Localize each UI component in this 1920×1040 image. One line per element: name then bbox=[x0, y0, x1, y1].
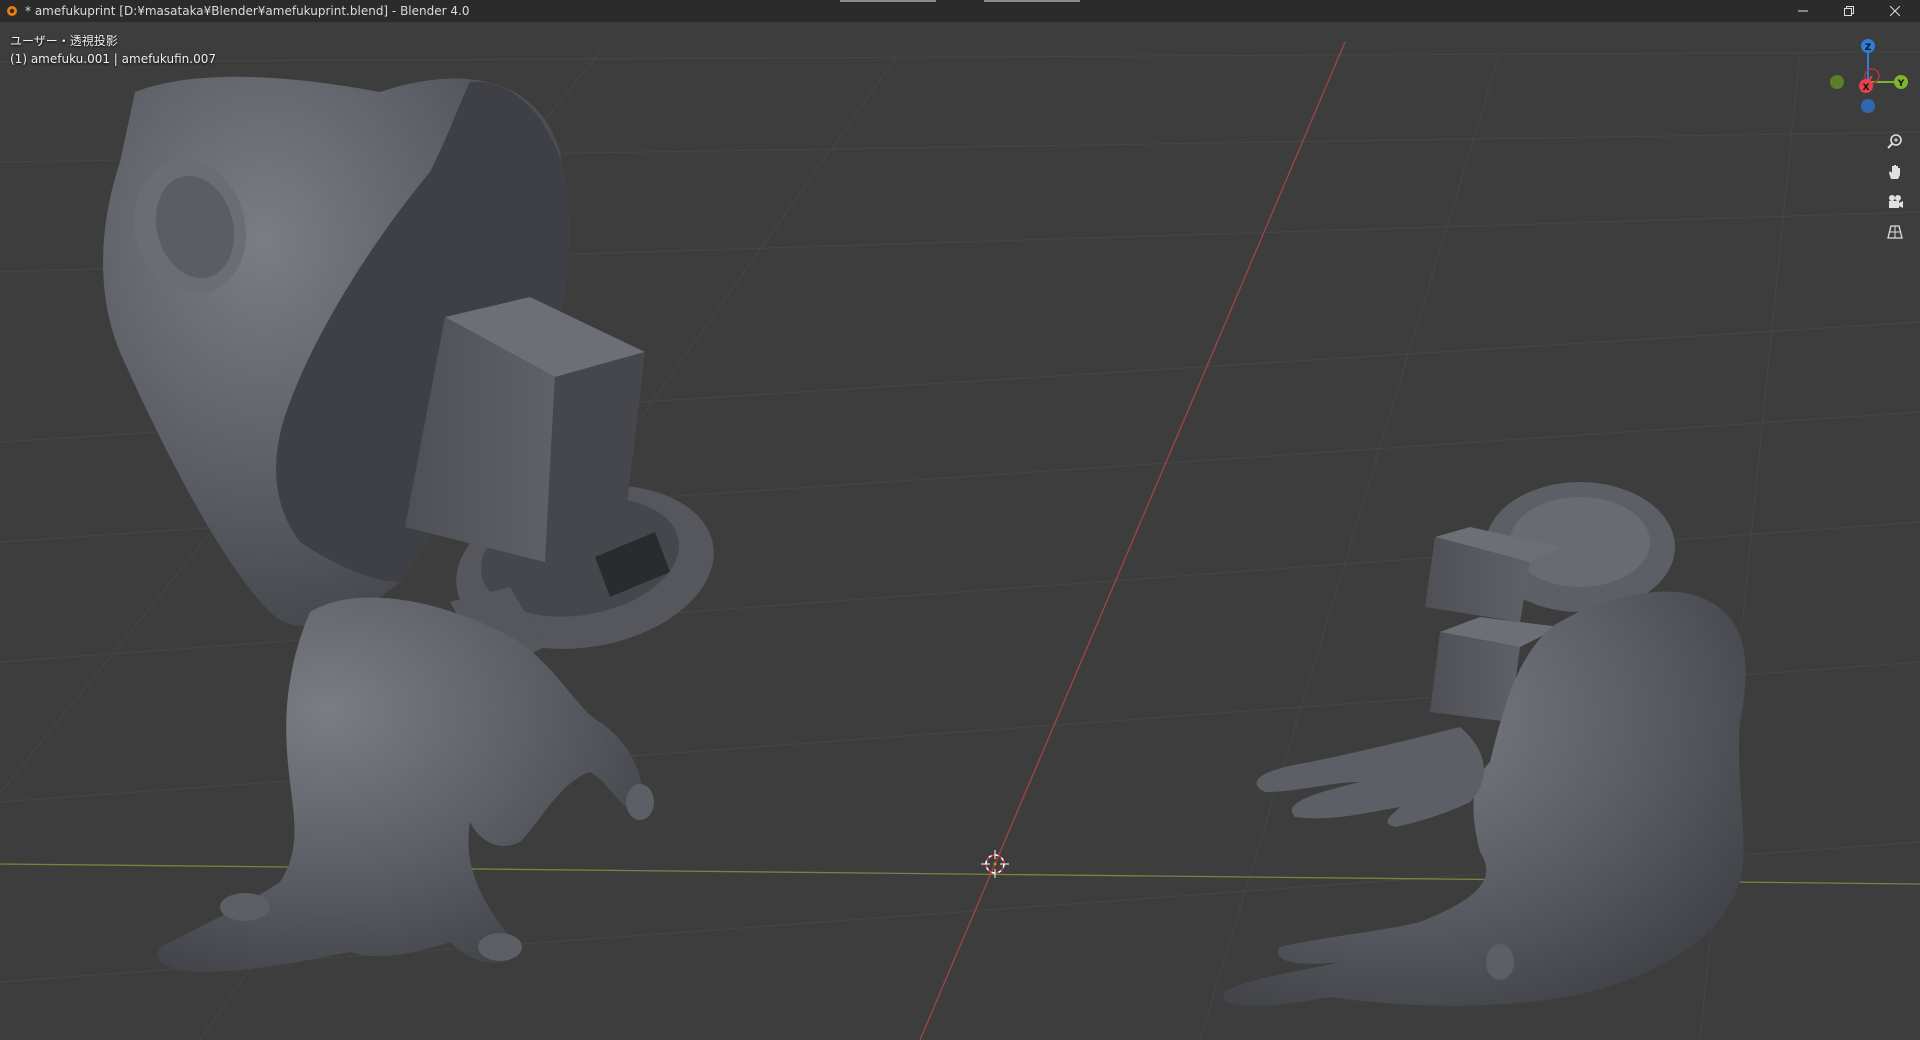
x-axis-label: X bbox=[1863, 83, 1870, 93]
active-object-label: (1) amefuku.001 | amefukufin.007 bbox=[10, 52, 216, 66]
mesh-amefuku-left bbox=[103, 76, 714, 972]
tab-indicator bbox=[840, 0, 936, 2]
x-axis-line bbox=[919, 41, 1346, 1040]
viewport-info: ユーザー・透視投影 (1) amefuku.001 | amefukufin.0… bbox=[10, 32, 216, 68]
negative-y-axis-handle bbox=[1830, 75, 1844, 89]
camera-icon bbox=[1889, 195, 1903, 208]
toggle-perspective-button[interactable] bbox=[1881, 218, 1909, 246]
zoom-icon bbox=[1887, 134, 1902, 149]
title-bar: * amefukuprint [D:¥masataka¥Blender¥amef… bbox=[0, 0, 1920, 23]
3d-viewport[interactable]: ユーザー・透視投影 (1) amefuku.001 | amefukufin.0… bbox=[0, 22, 1920, 1040]
viewport-scene bbox=[0, 41, 1920, 1040]
camera-view-button[interactable] bbox=[1881, 188, 1909, 216]
mesh-amefuku-right bbox=[1223, 482, 1746, 1007]
hand-pan-icon bbox=[1889, 165, 1900, 179]
pan-view-button[interactable] bbox=[1881, 158, 1909, 186]
close-window-button[interactable] bbox=[1872, 0, 1918, 22]
z-axis-label: Z bbox=[1865, 43, 1872, 53]
negative-z-axis-handle bbox=[1861, 99, 1875, 113]
blender-logo-icon bbox=[5, 4, 19, 18]
zoom-view-button[interactable] bbox=[1881, 128, 1909, 156]
navigation-gizmo[interactable]: Z Y X bbox=[1818, 32, 1918, 132]
y-axis-label: Y bbox=[1897, 79, 1905, 89]
tab-indicator bbox=[984, 0, 1080, 2]
window-title: * amefukuprint [D:¥masataka¥Blender¥amef… bbox=[25, 4, 470, 18]
restore-button[interactable] bbox=[1826, 0, 1872, 22]
view-mode-label: ユーザー・透視投影 bbox=[10, 34, 118, 48]
minimize-button[interactable] bbox=[1780, 0, 1826, 22]
perspective-grid-icon bbox=[1887, 225, 1903, 239]
